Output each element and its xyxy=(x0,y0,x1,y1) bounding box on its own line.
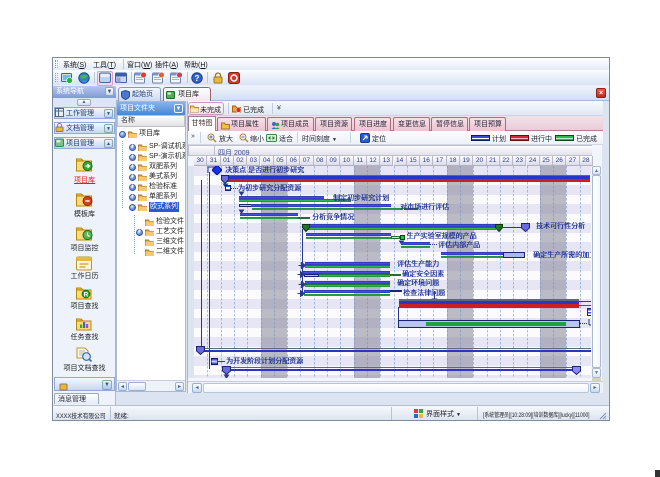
svg-text:?: ? xyxy=(195,74,200,83)
svg-text:R: R xyxy=(84,292,89,299)
